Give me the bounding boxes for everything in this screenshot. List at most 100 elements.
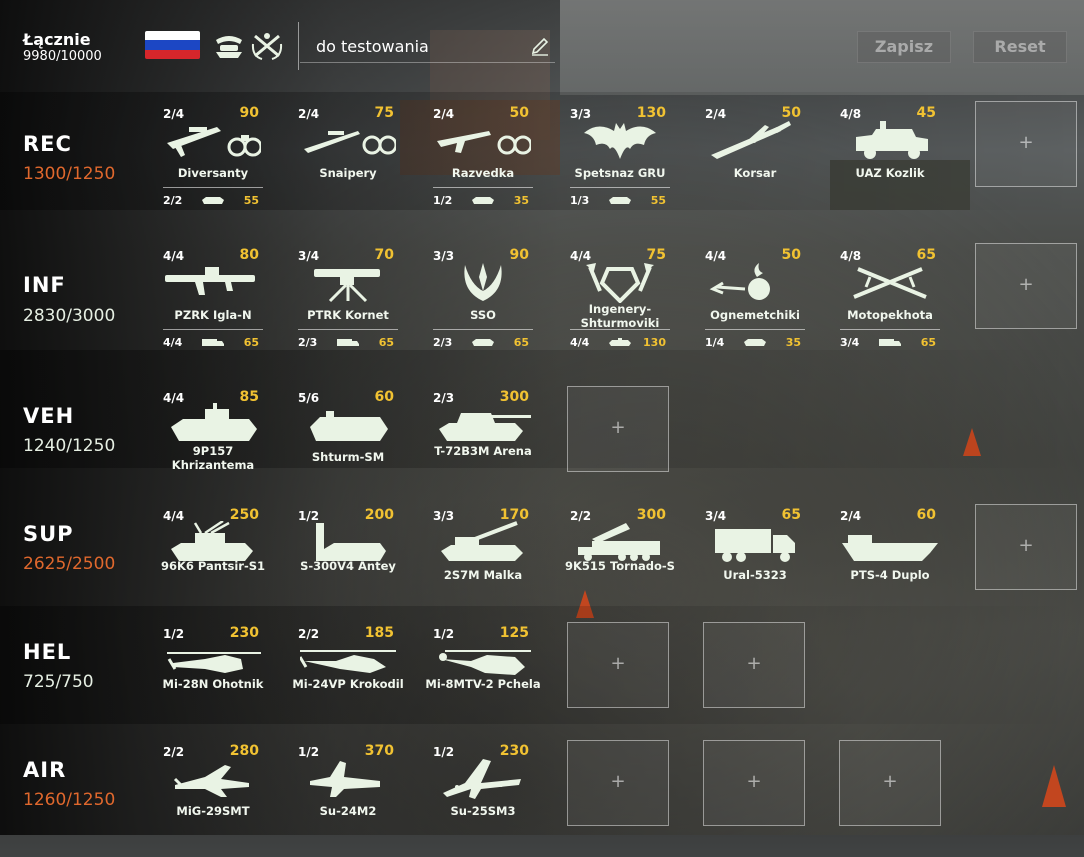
category-points: 1260/1250 xyxy=(23,790,116,810)
transport-availability: 4/4 xyxy=(570,336,590,349)
category-code: SUP xyxy=(23,522,74,546)
add-slot-plus-icon: + xyxy=(1018,274,1034,295)
unit-card-t-72b3m-arena[interactable]: 2/3 300 T-72B3M Arena xyxy=(433,389,533,503)
attack-jet-icon xyxy=(443,759,521,799)
unit-card-sso[interactable]: 3/3 90 SSO 2/3 65 xyxy=(433,247,533,361)
category-points: 725/750 xyxy=(23,672,94,692)
unit-card-9p157-khrizantema[interactable]: 4/4 85 9P157 Khrizantema xyxy=(163,389,263,503)
unit-card-su-24m2[interactable]: 1/2 370 Su-24M2 xyxy=(298,743,398,857)
empty-unit-slot[interactable]: + xyxy=(703,740,805,826)
header-divider xyxy=(298,22,299,70)
category-code: AIR xyxy=(23,758,67,782)
sniper-binoculars-icon xyxy=(304,131,396,155)
unit-card-motopekhota[interactable]: 4/8 65 Motopekhota 3/4 65 xyxy=(840,247,940,361)
drone-icon xyxy=(711,121,791,159)
add-slot-plus-icon: + xyxy=(746,653,762,674)
amphibious-carrier-icon xyxy=(842,535,938,561)
transport-availability: 4/4 xyxy=(163,336,183,349)
unit-card-spetsnaz-gru[interactable]: 3/3 130 Spetsnaz GRU 1/3 55 xyxy=(570,105,670,219)
unit-card-uaz-kozlik[interactable]: 4/8 45 UAZ Kozlik xyxy=(840,105,940,219)
unit-name: SSO xyxy=(470,308,496,322)
unit-card-korsar[interactable]: 2/4 50 Korsar xyxy=(705,105,805,219)
unit-card-pts-4-duplo[interactable]: 2/4 60 PTS-4 Duplo xyxy=(840,507,940,621)
crossed-rifles-wreath-icon xyxy=(251,33,283,60)
category-points: 2625/2500 xyxy=(23,554,116,574)
unit-name: T-72B3M Arena xyxy=(434,444,532,458)
empty-unit-slot[interactable]: + xyxy=(975,243,1077,329)
total-label: Łącznie xyxy=(23,30,91,49)
unit-card-diversanty[interactable]: 2/4 90 Diversanty 2/2 55 xyxy=(163,105,263,219)
swing-wing-bomber-icon xyxy=(310,761,380,797)
transport-availability: 2/2 xyxy=(163,194,183,207)
add-slot-plus-icon: + xyxy=(1018,535,1034,556)
unit-card-snaipery[interactable]: 2/4 75 Snaipery xyxy=(298,105,398,219)
truck-transport-icon xyxy=(879,339,901,346)
unit-card-mig-29smt[interactable]: 2/2 280 MiG-29SMT xyxy=(163,743,263,857)
transport-cost: 55 xyxy=(243,194,259,207)
unit-card-2s7m-malka[interactable]: 3/3 170 2S7M Malka xyxy=(433,507,533,621)
unit-name: Mi-8MTV-2 Pchela xyxy=(425,677,541,691)
add-slot-plus-icon: + xyxy=(610,653,626,674)
unit-card-mi-24vp-krokodil[interactable]: 2/2 185 Mi-24VP Krokodil xyxy=(292,625,403,739)
apc-transport-icon xyxy=(202,197,224,204)
transport-availability: 3/4 xyxy=(840,336,860,349)
apc-transport-icon xyxy=(472,197,494,204)
transport-availability: 2/3 xyxy=(433,336,453,349)
empty-unit-slot[interactable]: + xyxy=(567,622,669,708)
transport-availability: 1/4 xyxy=(705,336,725,349)
add-slot-plus-icon: + xyxy=(882,771,898,792)
mlrs-icon xyxy=(578,523,660,561)
unit-card-9k515-tornado-s[interactable]: 2/2 300 9K515 Tornado-S xyxy=(565,507,675,621)
sso-emblem-icon xyxy=(464,263,502,301)
unit-card-pzrk-igla-n[interactable]: 4/4 80 PZRK Igla-N 4/4 65 xyxy=(163,247,263,361)
engineer-shield-icon xyxy=(586,263,654,303)
total-points: 9980/10000 xyxy=(23,49,102,64)
unit-card-ptrk-kornet[interactable]: 3/4 70 PTRK Kornet 2/3 65 xyxy=(298,247,398,361)
crossed-rifles-icon xyxy=(853,267,927,299)
empty-unit-slot[interactable]: + xyxy=(839,740,941,826)
unit-name: 9K515 Tornado-S xyxy=(565,559,675,573)
unit-name: Ognemetchiki xyxy=(710,308,800,322)
transport-cost: 65 xyxy=(243,336,259,349)
empty-unit-slot[interactable]: + xyxy=(703,622,805,708)
unit-card-ingenery-shturmoviki[interactable]: 4/4 75 Ingenery-Shturmoviki 4/4 130 xyxy=(570,247,670,361)
pencil-edit-icon[interactable] xyxy=(530,36,550,56)
empty-unit-slot[interactable]: + xyxy=(567,386,669,472)
unit-card-ural-5323[interactable]: 3/4 65 Ural-5323 xyxy=(705,507,805,621)
deck-name-field[interactable]: do testowania xyxy=(316,37,429,56)
tank-icon xyxy=(439,413,531,441)
unit-card-ognemetchiki[interactable]: 4/4 50 Ognemetchiki 1/4 35 xyxy=(705,247,805,361)
category-code: REC xyxy=(23,132,72,156)
unit-card-razvedka[interactable]: 2/4 50 Razvedka 1/2 35 xyxy=(433,105,533,219)
unit-name: Razvedka xyxy=(451,166,515,180)
transport-availability: 1/3 xyxy=(570,194,590,207)
transport-helicopter-icon xyxy=(439,650,531,675)
empty-unit-slot[interactable]: + xyxy=(975,101,1077,187)
empty-unit-slot[interactable]: + xyxy=(567,740,669,826)
unit-name: Mi-28N Ohotnik xyxy=(162,677,264,691)
category-points: 2830/3000 xyxy=(23,306,116,326)
apc-transport-icon xyxy=(609,197,631,204)
unit-card-s-300v4-antey[interactable]: 1/2 200 S-300V4 Antey xyxy=(298,507,398,621)
add-slot-plus-icon: + xyxy=(746,771,762,792)
flame-grenade-icon xyxy=(709,263,770,300)
save-button[interactable]: Zapisz xyxy=(857,31,951,63)
transport-cost: 65 xyxy=(378,336,394,349)
reset-button[interactable]: Reset xyxy=(973,31,1067,63)
unit-name: Su-25SM3 xyxy=(450,804,516,818)
spg-artillery-icon xyxy=(441,521,523,561)
unit-name: 9P157 Khrizantema xyxy=(171,444,255,472)
unit-name: Snaipery xyxy=(319,166,377,180)
unit-name: Ural-5323 xyxy=(723,568,787,582)
unit-card-shturm-sm[interactable]: 5/6 60 Shturm-SM xyxy=(298,389,398,503)
unit-card-96k6-pantsir-s1[interactable]: 4/4 250 96K6 Pantsir-S1 xyxy=(161,507,265,621)
attack-helicopter-icon xyxy=(167,652,261,673)
spec-insignia-icon xyxy=(216,36,242,58)
unit-card-mi-8mtv-2-pchela[interactable]: 1/2 125 Mi-8MTV-2 Pchela xyxy=(425,625,540,739)
unit-card-su-25sm3[interactable]: 1/2 230 Su-25SM3 xyxy=(433,743,533,857)
unit-card-mi-28n-ohotnik[interactable]: 1/2 230 Mi-28N Ohotnik xyxy=(163,625,264,739)
rifle-binoculars-icon xyxy=(167,127,261,157)
apc-transport-icon xyxy=(744,339,766,346)
unit-name: Diversanty xyxy=(177,166,249,180)
empty-unit-slot[interactable]: + xyxy=(975,504,1077,590)
